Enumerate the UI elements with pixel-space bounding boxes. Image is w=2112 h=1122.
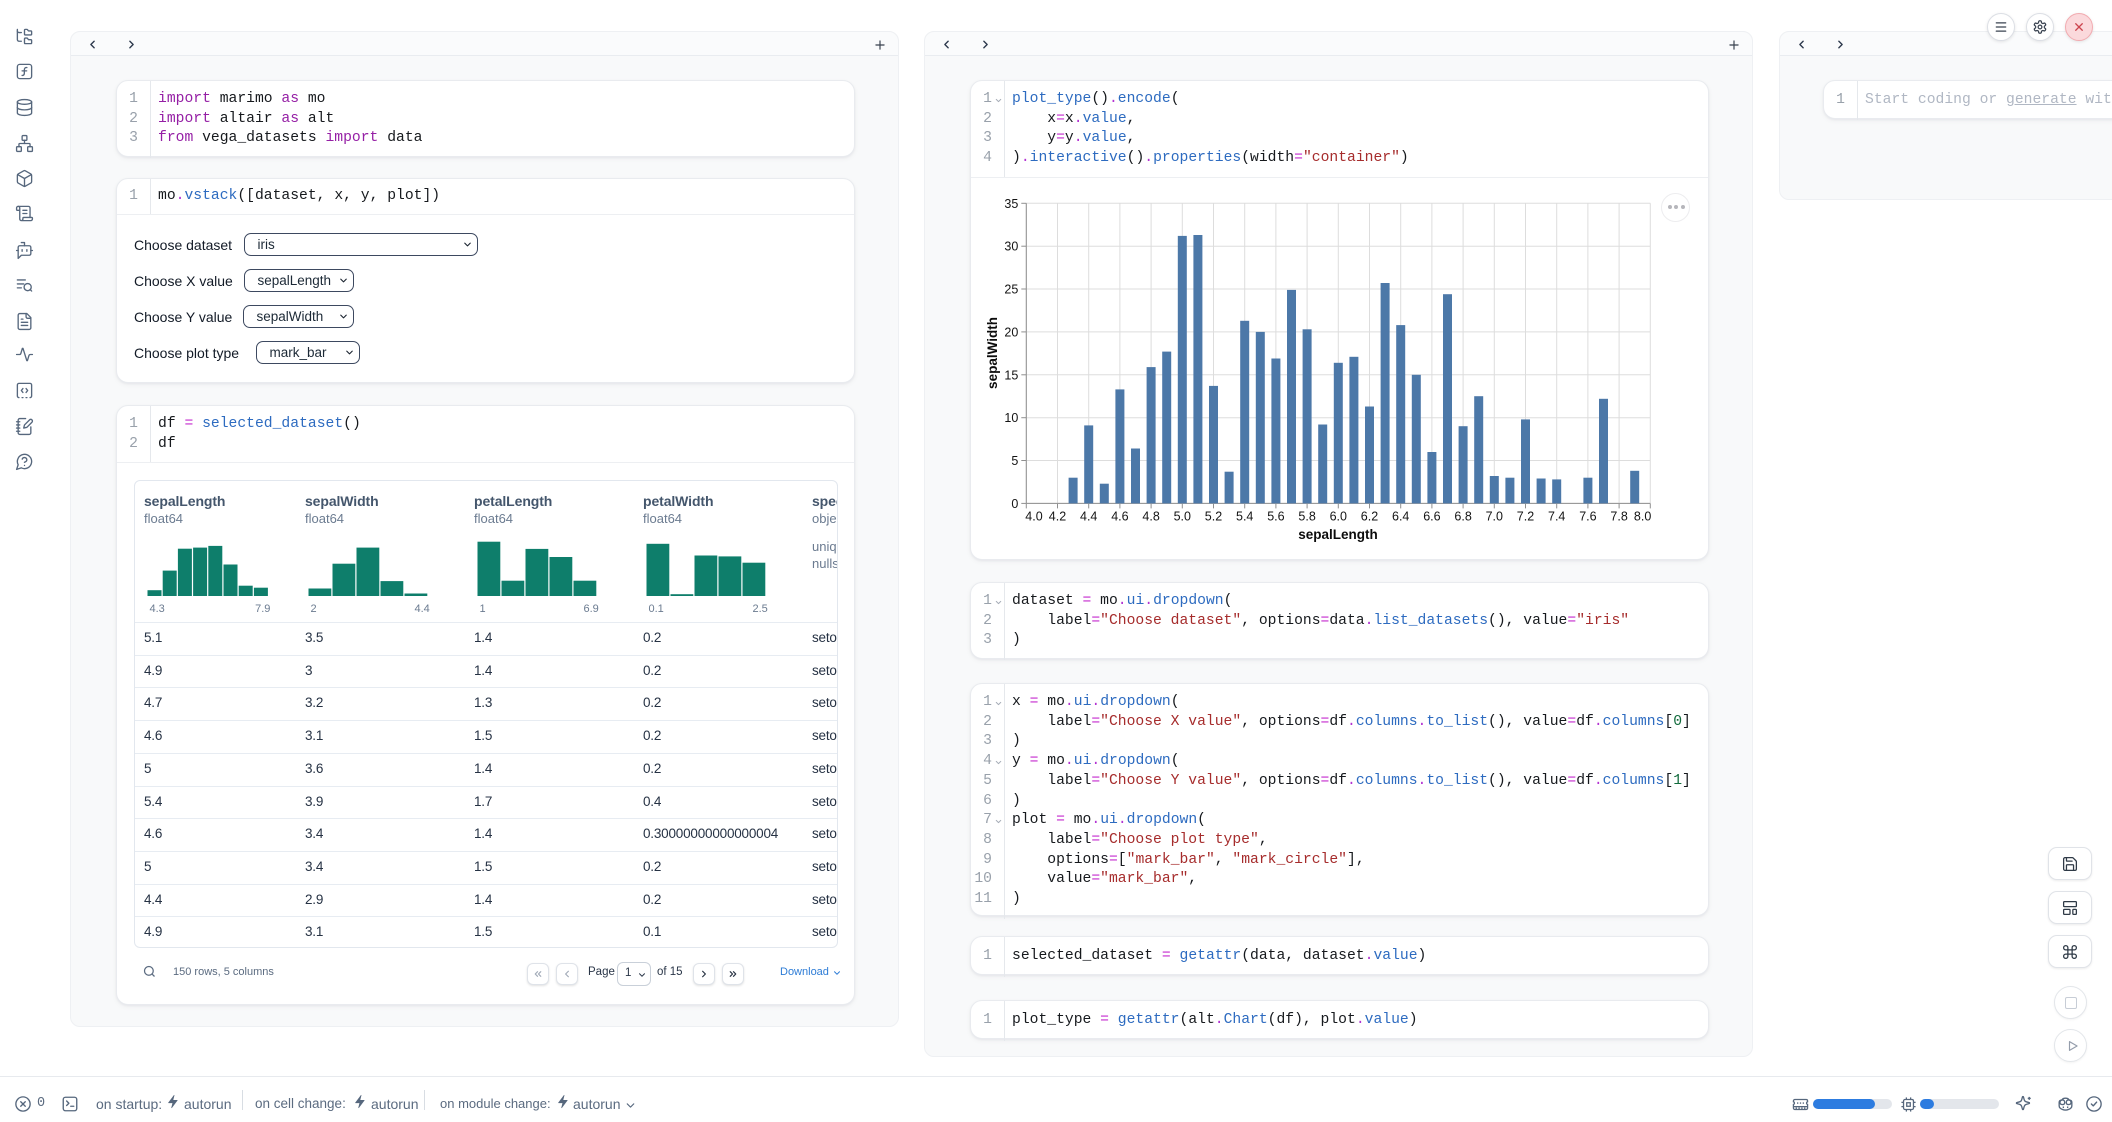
svg-text:4.2: 4.2 xyxy=(1049,509,1066,523)
svg-text:7.4: 7.4 xyxy=(1548,509,1565,523)
svg-text:4.0: 4.0 xyxy=(1025,509,1042,523)
svg-text:6.6: 6.6 xyxy=(1423,509,1440,523)
svg-text:4.6: 4.6 xyxy=(1111,509,1128,523)
svg-text:6.0: 6.0 xyxy=(1330,509,1347,523)
svg-text:4.8: 4.8 xyxy=(1142,509,1159,523)
svg-text:6.2: 6.2 xyxy=(1361,509,1378,523)
svg-text:sepalWidth: sepalWidth xyxy=(985,317,1000,389)
svg-text:7.0: 7.0 xyxy=(1486,509,1503,523)
svg-text:6.8: 6.8 xyxy=(1454,509,1471,523)
svg-text:5: 5 xyxy=(1011,454,1018,468)
svg-text:sepalLength: sepalLength xyxy=(1298,527,1378,542)
svg-text:5.4: 5.4 xyxy=(1236,509,1253,523)
svg-text:10: 10 xyxy=(1004,411,1018,425)
svg-text:5.0: 5.0 xyxy=(1174,509,1191,523)
svg-text:5.8: 5.8 xyxy=(1298,509,1315,523)
svg-text:6.4: 6.4 xyxy=(1392,509,1409,523)
svg-text:35: 35 xyxy=(1004,197,1018,211)
svg-text:4.4: 4.4 xyxy=(1080,509,1097,523)
svg-text:5.6: 5.6 xyxy=(1267,509,1284,523)
svg-text:30: 30 xyxy=(1004,240,1018,254)
svg-text:0: 0 xyxy=(1011,497,1018,511)
svg-text:7.6: 7.6 xyxy=(1579,509,1596,523)
svg-text:25: 25 xyxy=(1004,283,1018,297)
svg-text:7.8: 7.8 xyxy=(1610,509,1627,523)
svg-text:5.2: 5.2 xyxy=(1205,509,1222,523)
svg-text:20: 20 xyxy=(1004,325,1018,339)
svg-text:7.2: 7.2 xyxy=(1517,509,1534,523)
svg-text:15: 15 xyxy=(1004,368,1018,382)
svg-text:8.0: 8.0 xyxy=(1634,509,1651,523)
